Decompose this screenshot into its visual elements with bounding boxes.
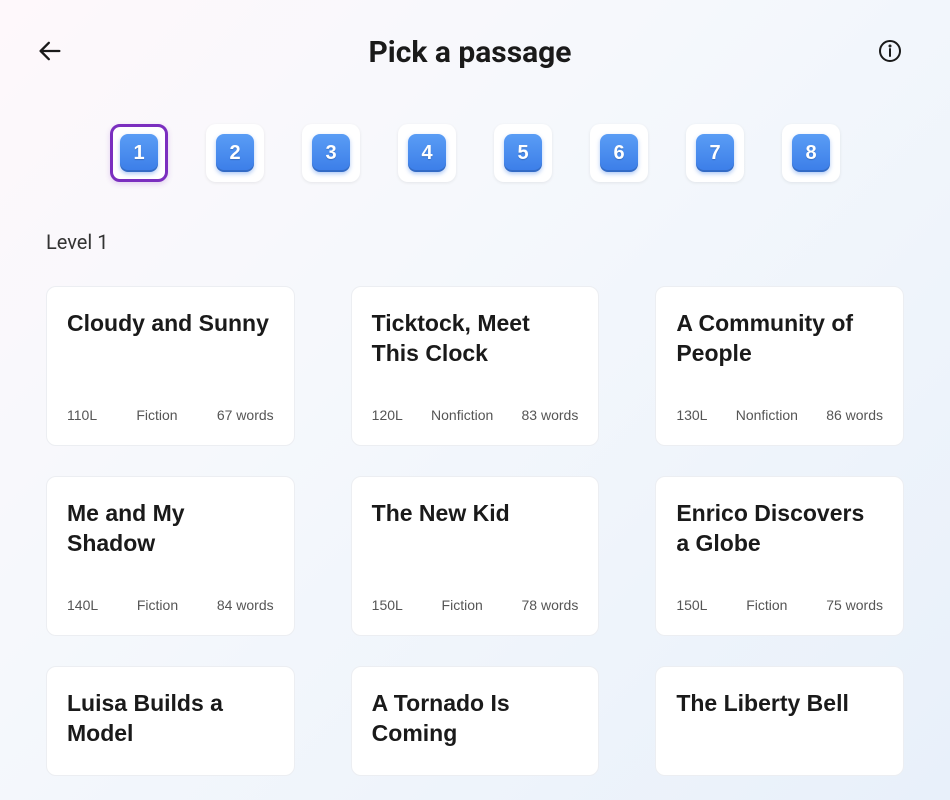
level-tab-3[interactable]: 3 <box>302 124 360 182</box>
passage-meta: 140L Fiction 84 words <box>67 597 274 613</box>
level-tab-2[interactable]: 2 <box>206 124 264 182</box>
level-tab-7[interactable]: 7 <box>686 124 744 182</box>
arrow-left-icon <box>36 37 64 68</box>
passage-card[interactable]: Cloudy and Sunny 110L Fiction 67 words <box>46 286 295 446</box>
level-tab-8[interactable]: 8 <box>782 124 840 182</box>
passage-card[interactable]: Ticktock, Meet This Clock 120L Nonfiction 8… <box>351 286 600 446</box>
passage-card[interactable]: A Community of People 130L Nonfiction 86 wo… <box>655 286 904 446</box>
passage-title: The New Kid <box>372 499 579 529</box>
passage-card[interactable]: The Liberty Bell <box>655 666 904 776</box>
passage-genre: Fiction <box>137 597 178 613</box>
passage-meta: 150L Fiction 75 words <box>676 597 883 613</box>
level-tab-1[interactable]: 1 <box>110 124 168 182</box>
passage-card[interactable]: Enrico Discovers a Globe 150L Fiction 75 wo… <box>655 476 904 636</box>
info-button[interactable] <box>870 32 910 72</box>
number-tile-icon: 8 <box>792 134 830 172</box>
level-tab-5[interactable]: 5 <box>494 124 552 182</box>
passage-wordcount: 83 words <box>522 407 579 423</box>
passage-lexile: 130L <box>676 407 707 423</box>
passage-lexile: 120L <box>372 407 403 423</box>
number-tile-icon: 1 <box>120 134 158 172</box>
passage-title: A Community of People <box>676 309 883 369</box>
passage-grid: Cloudy and Sunny 110L Fiction 67 words Tickt… <box>46 286 904 776</box>
passage-wordcount: 67 words <box>217 407 274 423</box>
number-tile-icon: 3 <box>312 134 350 172</box>
level-tabs: 1 2 3 4 5 6 7 8 <box>0 84 950 212</box>
passage-title: Me and My Shadow <box>67 499 274 559</box>
passage-genre: Fiction <box>442 597 483 613</box>
passage-lexile: 150L <box>676 597 707 613</box>
number-tile-icon: 4 <box>408 134 446 172</box>
back-button[interactable] <box>30 32 70 72</box>
level-tab-6[interactable]: 6 <box>590 124 648 182</box>
page-title: Pick a passage <box>368 35 571 70</box>
passage-title: Luisa Builds a Model <box>67 689 274 749</box>
passage-meta: 130L Nonfiction 86 words <box>676 407 883 423</box>
passage-genre: Nonfiction <box>736 407 798 423</box>
passage-title: Enrico Discovers a Globe <box>676 499 883 559</box>
passage-card[interactable]: The New Kid 150L Fiction 78 words <box>351 476 600 636</box>
number-tile-icon: 6 <box>600 134 638 172</box>
passage-card[interactable]: A Tornado Is Coming <box>351 666 600 776</box>
passage-meta: 150L Fiction 78 words <box>372 597 579 613</box>
passage-title: A Tornado Is Coming <box>372 689 579 749</box>
passage-genre: Fiction <box>746 597 787 613</box>
passage-genre: Nonfiction <box>431 407 493 423</box>
passage-meta: 110L Fiction 67 words <box>67 407 274 423</box>
passage-wordcount: 86 words <box>826 407 883 423</box>
passage-lexile: 150L <box>372 597 403 613</box>
passage-wordcount: 84 words <box>217 597 274 613</box>
level-heading: Level 1 <box>46 230 904 254</box>
level-tab-4[interactable]: 4 <box>398 124 456 182</box>
number-tile-icon: 7 <box>696 134 734 172</box>
passage-lexile: 140L <box>67 597 98 613</box>
passage-lexile: 110L <box>67 407 97 423</box>
number-tile-icon: 5 <box>504 134 542 172</box>
passage-card[interactable]: Me and My Shadow 140L Fiction 84 words <box>46 476 295 636</box>
passage-meta: 120L Nonfiction 83 words <box>372 407 579 423</box>
passage-card[interactable]: Luisa Builds a Model <box>46 666 295 776</box>
number-tile-icon: 2 <box>216 134 254 172</box>
passage-wordcount: 78 words <box>522 597 579 613</box>
passage-genre: Fiction <box>136 407 177 423</box>
passage-wordcount: 75 words <box>826 597 883 613</box>
passage-title: Ticktock, Meet This Clock <box>372 309 579 369</box>
header: Pick a passage <box>0 0 950 84</box>
passage-title: The Liberty Bell <box>676 689 883 719</box>
passage-title: Cloudy and Sunny <box>67 309 274 339</box>
info-icon <box>878 39 902 66</box>
